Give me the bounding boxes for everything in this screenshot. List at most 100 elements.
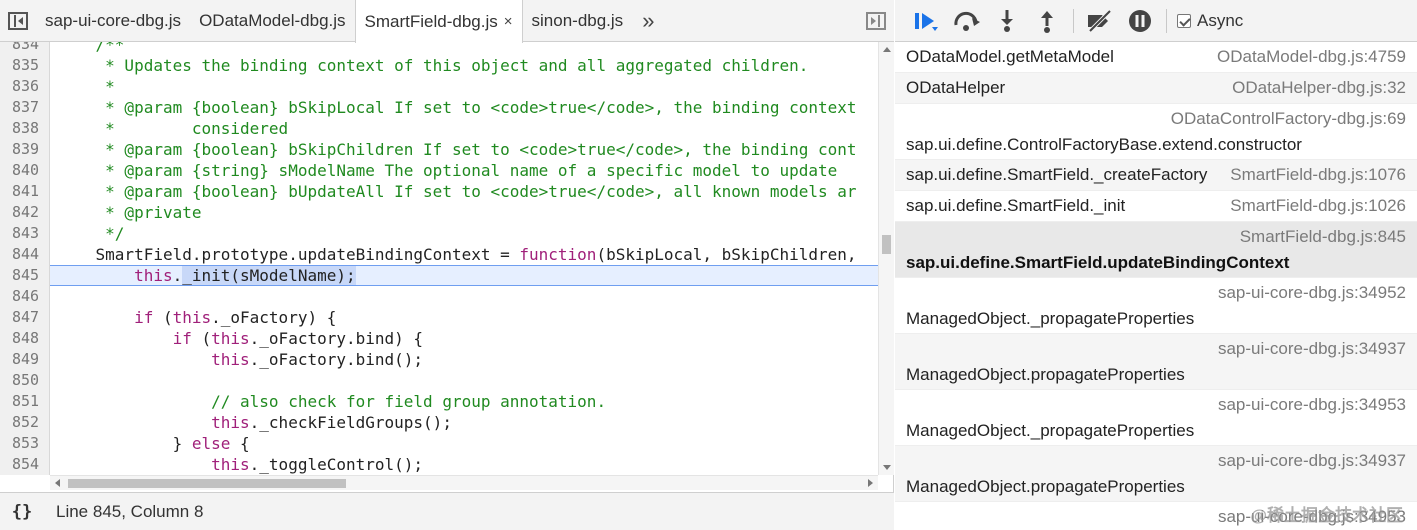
frame-function-name: sap.ui.define.SmartField._createFactory <box>906 165 1208 184</box>
frame-location[interactable]: sap-ui-core-dbg.js:34953 <box>1218 395 1406 415</box>
code-line[interactable]: 848 if (this._oFactory.bind) { <box>0 328 878 349</box>
line-number[interactable]: 839 <box>0 139 50 160</box>
call-frame[interactable]: sap.ui.define.SmartField._init SmartField… <box>895 191 1417 222</box>
code-line[interactable]: 839 * @param {boolean} bSkipChildren If … <box>0 139 878 160</box>
call-frame[interactable]: sap.ui.define.ControlFactoryBase.extend.… <box>895 104 1417 160</box>
frame-location[interactable]: SmartField-dbg.js:1076 <box>1230 165 1406 185</box>
step-into-icon <box>1001 9 1013 32</box>
code-text: * @param {boolean} bUpdateAll If set to … <box>57 182 857 201</box>
tab-sap-ui-core[interactable]: sap-ui-core-dbg.js <box>36 0 190 41</box>
scroll-up-icon[interactable] <box>883 47 891 52</box>
call-frame[interactable]: sap.ui.define.SmartField.updateBindingCo… <box>895 222 1417 278</box>
debugger-toolbar: Async <box>895 0 1417 42</box>
code-line[interactable]: 837 * @param {boolean} bSkipLocal If set… <box>0 97 878 118</box>
step-over-icon <box>954 11 980 31</box>
line-number[interactable]: 837 <box>0 97 50 118</box>
scrollbar-thumb[interactable] <box>882 235 891 254</box>
async-checkbox[interactable] <box>1177 13 1191 28</box>
line-number[interactable]: 842 <box>0 202 50 223</box>
line-number[interactable]: 841 <box>0 181 50 202</box>
deactivate-breakpoints-button[interactable] <box>1080 6 1120 36</box>
line-number[interactable]: 851 <box>0 391 50 412</box>
step-over-button[interactable] <box>947 6 987 36</box>
more-tabs-icon[interactable]: » <box>632 0 662 41</box>
line-number[interactable]: 850 <box>0 370 50 391</box>
line-number[interactable]: 834 <box>0 42 50 55</box>
line-number[interactable]: 853 <box>0 433 50 454</box>
call-frame[interactable]: ManagedObject._propagateProperties sap-ui… <box>895 278 1417 334</box>
tab-sinon[interactable]: sinon-dbg.js <box>523 0 633 41</box>
code-line[interactable]: 849 this._oFactory.bind(); <box>0 349 878 370</box>
code-line[interactable]: 846 <box>0 286 878 307</box>
call-frame[interactable]: ManagedObject.propagateProperties sap-ui-… <box>895 334 1417 390</box>
line-number[interactable]: 840 <box>0 160 50 181</box>
line-number[interactable]: 845 <box>0 265 50 286</box>
editor-tab-bar: sap-ui-core-dbg.js ODataModel-dbg.js Sma… <box>0 0 894 43</box>
frame-location[interactable]: ODataModel-dbg.js:4759 <box>1217 47 1406 67</box>
line-number[interactable]: 836 <box>0 76 50 97</box>
code-line[interactable]: 844 SmartField.prototype.updateBindingCo… <box>0 244 878 265</box>
pretty-print-button[interactable]: {} <box>0 502 44 522</box>
line-number[interactable]: 846 <box>0 286 50 307</box>
pause-on-exceptions-button[interactable] <box>1120 6 1160 36</box>
code-line[interactable]: 850 <box>0 370 878 391</box>
call-frame[interactable]: sap.ui.define.SmartField._createFactory S… <box>895 160 1417 191</box>
scrollbar-thumb[interactable] <box>68 479 346 488</box>
toggle-navigator-button[interactable] <box>0 0 36 41</box>
scroll-right-icon[interactable] <box>868 479 873 487</box>
code-line[interactable]: 841 * @param {boolean} bUpdateAll If set… <box>0 181 878 202</box>
call-frame[interactable]: ManagedObject.propagateProperties sap-ui-… <box>895 446 1417 502</box>
line-number[interactable]: 852 <box>0 412 50 433</box>
code-text: SmartField.prototype.updateBindingContex… <box>57 245 857 264</box>
call-stack-list: ODataModel.getMetaModel ODataModel-dbg.js… <box>895 42 1417 530</box>
code-editor[interactable]: 834 /** 835 * Updates the binding context… <box>0 42 878 475</box>
line-number[interactable]: 847 <box>0 307 50 328</box>
line-number[interactable]: 843 <box>0 223 50 244</box>
toggle-debugger-button[interactable] <box>858 0 894 41</box>
resume-button[interactable] <box>907 6 947 36</box>
frame-location[interactable]: sap-ui-core-dbg.js:34937 <box>1218 339 1406 359</box>
code-line[interactable]: 851 // also check for field group annota… <box>0 391 878 412</box>
line-number[interactable]: 844 <box>0 244 50 265</box>
frame-function-name: ManagedObject.propagateProperties <box>906 365 1185 384</box>
line-number[interactable]: 838 <box>0 118 50 139</box>
async-label: Async <box>1197 10 1244 30</box>
code-line[interactable]: 854 this._toggleControl(); <box>0 454 878 475</box>
line-number[interactable]: 848 <box>0 328 50 349</box>
tab-odatamodel[interactable]: ODataModel-dbg.js <box>190 0 354 41</box>
line-number[interactable]: 854 <box>0 454 50 475</box>
scroll-left-icon[interactable] <box>55 479 60 487</box>
frame-function-name: sap.ui.define.ControlFactoryBase.extend.… <box>906 135 1302 154</box>
line-number[interactable]: 835 <box>0 55 50 76</box>
call-frame[interactable]: ManagedObject._propagateProperties sap-ui… <box>895 390 1417 446</box>
code-line[interactable]: 853 } else { <box>0 433 878 454</box>
step-out-icon <box>1041 10 1053 33</box>
code-line[interactable]: 842 * @private <box>0 202 878 223</box>
line-number[interactable]: 849 <box>0 349 50 370</box>
vertical-scrollbar[interactable] <box>878 42 894 475</box>
step-out-button[interactable] <box>1027 6 1067 36</box>
code-line[interactable]: 843 */ <box>0 223 878 244</box>
code-line[interactable]: 852 this._checkFieldGroups(); <box>0 412 878 433</box>
code-line[interactable]: 847 if (this._oFactory) { <box>0 307 878 328</box>
frame-location[interactable]: ODataHelper-dbg.js:32 <box>1232 78 1406 98</box>
frame-location[interactable]: SmartField-dbg.js:1026 <box>1230 196 1406 216</box>
call-frame[interactable]: ODataModel.getMetaModel ODataModel-dbg.js… <box>895 42 1417 73</box>
step-into-button[interactable] <box>987 6 1027 36</box>
code-line[interactable]: 834 /** <box>0 42 878 55</box>
frame-location[interactable]: SmartField-dbg.js:845 <box>1240 227 1406 247</box>
tab-label: SmartField-dbg.js <box>364 11 498 31</box>
code-line[interactable]: 836 * <box>0 76 878 97</box>
tab-smartfield[interactable]: SmartField-dbg.js × <box>354 0 523 43</box>
call-frame[interactable]: ODataHelper ODataHelper-dbg.js:32 <box>895 73 1417 104</box>
code-line[interactable]: 840 * @param {string} sModelName The opt… <box>0 160 878 181</box>
code-line[interactable]: 835 * Updates the binding context of thi… <box>0 55 878 76</box>
frame-location[interactable]: ODataControlFactory-dbg.js:69 <box>1171 109 1406 129</box>
code-line[interactable]: 845 this._init(sModelName); <box>0 265 878 286</box>
scroll-down-icon[interactable] <box>883 465 891 470</box>
code-line[interactable]: 838 * considered <box>0 118 878 139</box>
frame-location[interactable]: sap-ui-core-dbg.js:34952 <box>1218 283 1406 303</box>
frame-location[interactable]: sap-ui-core-dbg.js:34937 <box>1218 451 1406 471</box>
horizontal-scrollbar[interactable] <box>50 475 878 490</box>
close-tab-icon[interactable]: × <box>504 13 513 30</box>
